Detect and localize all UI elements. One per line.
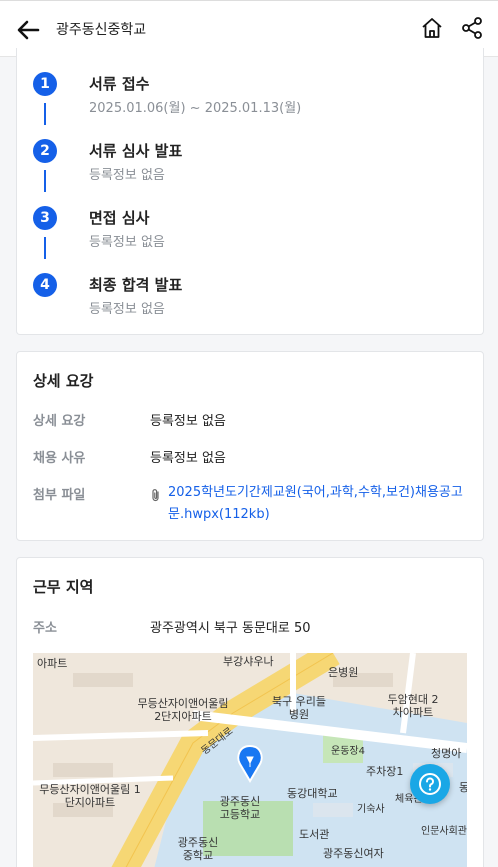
detail-label: 상세 요강 [33, 414, 86, 429]
step-item: 3 면접 심사 등록정보 없음 [33, 206, 463, 259]
step-number: 1 [33, 72, 57, 96]
process-card: 1 서류 접수 2025.01.06(월) ~ 2025.01.13(월) 2 … [16, 48, 484, 335]
map-label: 광주동신여자 [323, 847, 384, 860]
map-label: 아파트 [37, 657, 68, 670]
step-date: 등록정보 없음 [89, 168, 165, 183]
location-map[interactable]: 부강샤우나 은병원 무등산자이앤어울림 2단지아파트 북구 우리들병원 두암현대… [33, 653, 467, 867]
map-label: 은병원 [328, 666, 359, 679]
map-label: 동 [459, 781, 467, 794]
map-label: 운동장4 [331, 746, 365, 757]
map-label: 주차장1 [366, 765, 404, 778]
question-icon [419, 773, 441, 795]
step-title: 면접 심사 [89, 209, 150, 227]
attachment-label: 첨부 파일 [33, 488, 86, 503]
step-title: 최종 합격 발표 [89, 276, 183, 294]
address-label: 주소 [33, 621, 57, 636]
map-label: 청명아 [431, 747, 462, 760]
step-date: 등록정보 없음 [89, 302, 165, 317]
step-date: 2025.01.06(월) ~ 2025.01.13(월) [89, 101, 302, 116]
step-number: 3 [33, 206, 57, 230]
page-title: 광주동신중학교 [56, 22, 147, 38]
reason-label: 채용 사유 [33, 451, 86, 466]
address-value: 광주광역시 북구 동문대로 50 [150, 621, 311, 636]
step-connector [44, 237, 46, 259]
map-label: 두암현대 2차아파트 [387, 693, 439, 719]
reason-value: 등록정보 없음 [150, 451, 226, 466]
step-date: 등록정보 없음 [89, 235, 165, 250]
help-button[interactable] [410, 764, 450, 804]
detail-value: 등록정보 없음 [150, 414, 226, 429]
paperclip-icon [152, 489, 159, 502]
step-number: 4 [33, 273, 57, 297]
map-label: 기숙사 [357, 804, 385, 815]
step-item: 2 서류 심사 발표 등록정보 없음 [33, 139, 463, 192]
attachment-filename: 2025학년도기간제교원(국어,과학,수학,보건)채용공고문.hwpx(112k… [168, 485, 463, 522]
section-title: 근무 지역 [33, 578, 94, 596]
location-card: 근무 지역 주소 광주광역시 북구 동문대로 50 부강샤우나 은병원 무등산자… [16, 557, 484, 867]
map-graphic [33, 653, 467, 867]
map-label: 무등산자이앤어울림 1단지아파트 [39, 783, 141, 809]
step-item: 1 서류 접수 2025.01.06(월) ~ 2025.01.13(월) [33, 72, 463, 125]
map-label: 무등산자이앤어울림 2단지아파트 [137, 697, 229, 723]
details-card: 상세 요강 상세 요강 등록정보 없음 채용 사유 등록정보 없음 첨부 파일 … [16, 351, 484, 541]
share-icon[interactable] [460, 16, 484, 40]
map-label: 부강샤우나 [223, 655, 274, 668]
attachment-link[interactable]: 2025학년도기간제교원(국어,과학,수학,보건)채용공고문.hwpx(112k… [150, 482, 470, 526]
map-label: 도서관 [299, 828, 330, 841]
map-label: 광주동신 중학교 [177, 836, 219, 862]
home-icon[interactable] [420, 16, 444, 40]
step-title: 서류 심사 발표 [89, 142, 183, 160]
map-label: 북구 우리들병원 [271, 695, 327, 721]
map-label: 동강대학교 [287, 787, 338, 800]
step-number: 2 [33, 139, 57, 163]
step-title: 서류 접수 [89, 75, 150, 93]
step-connector [44, 103, 46, 125]
step-item: 4 최종 합격 발표 등록정보 없음 [33, 273, 463, 323]
arrow-left-icon[interactable] [14, 16, 42, 44]
map-label: 광주동신 고등학교 [219, 795, 261, 821]
section-title: 상세 요강 [33, 372, 94, 390]
step-connector [44, 170, 46, 192]
map-label: 인문사회관 [421, 826, 467, 837]
